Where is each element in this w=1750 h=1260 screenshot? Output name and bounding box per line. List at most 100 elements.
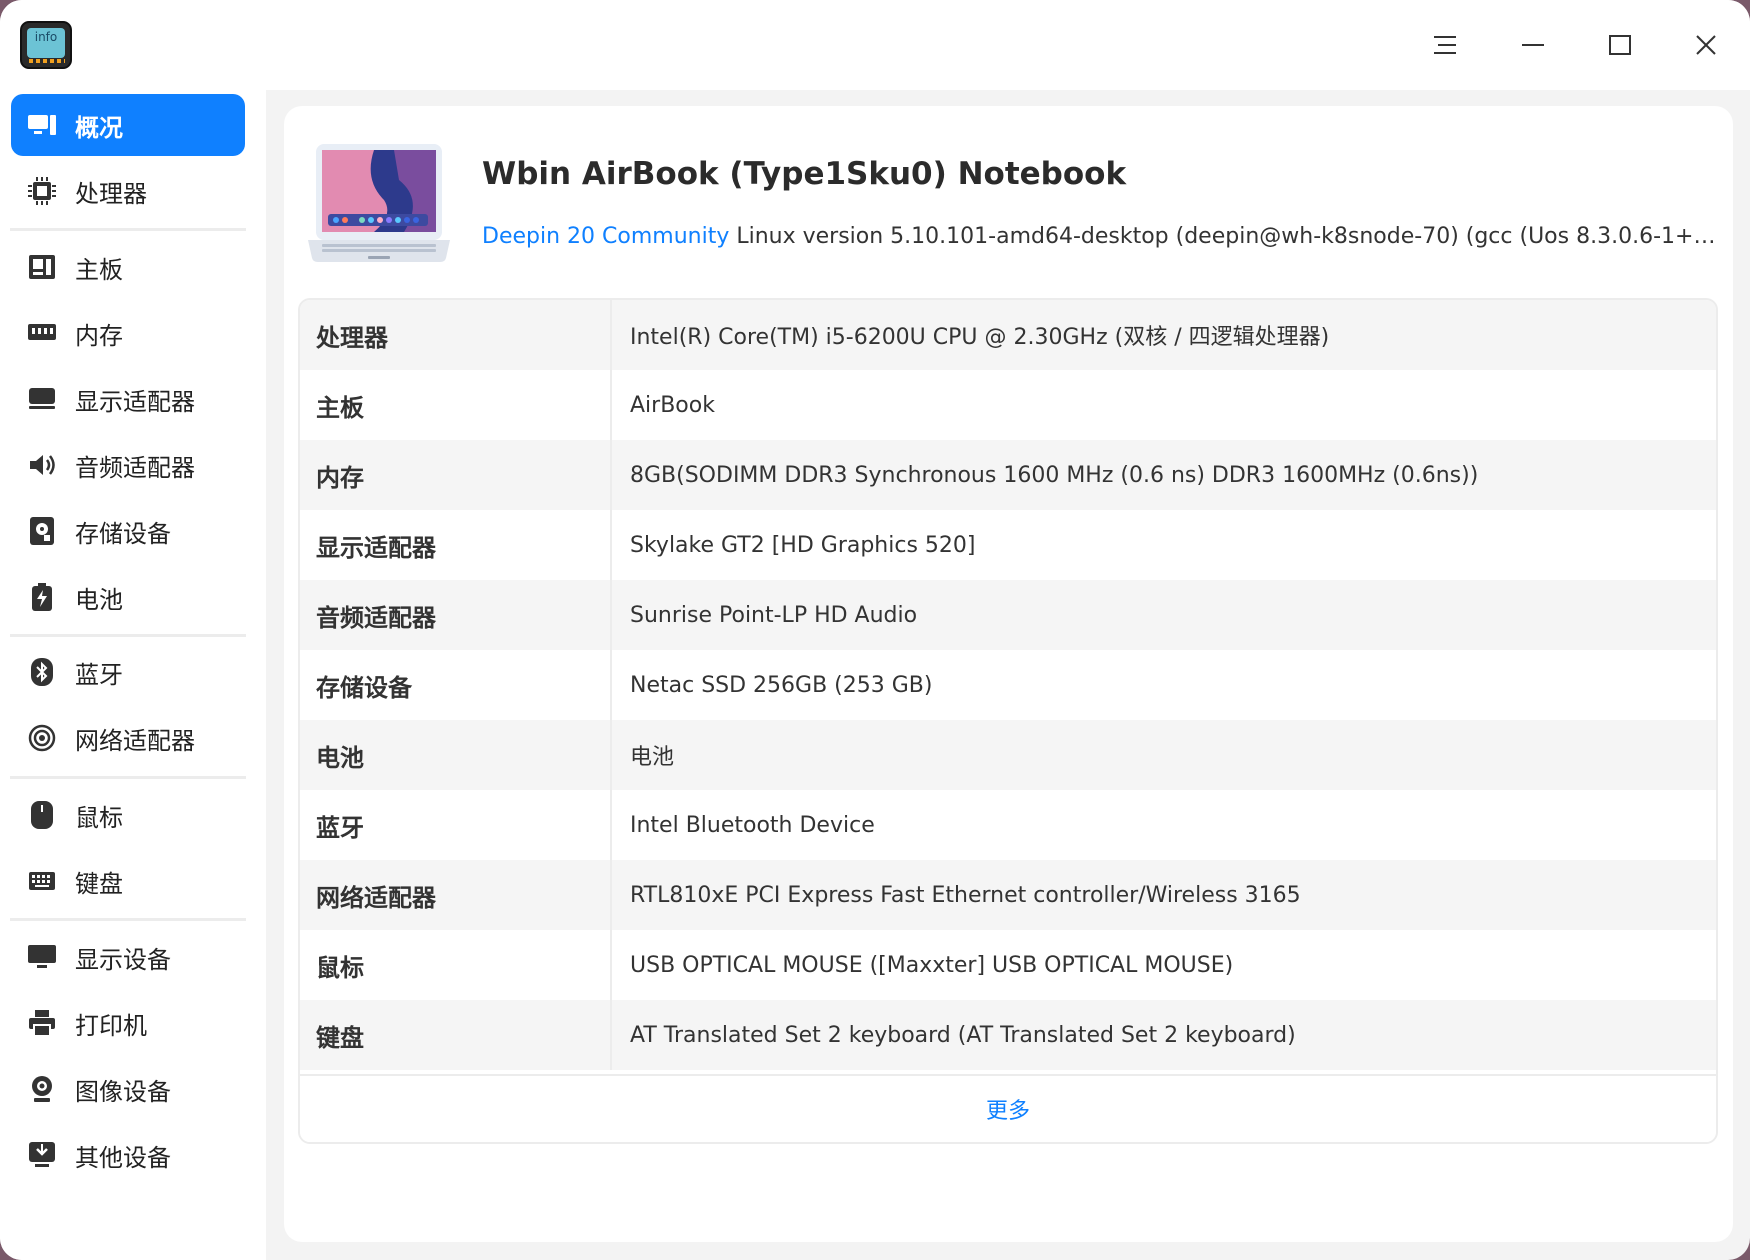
row-value: Intel(R) Core(TM) i5-6200U CPU @ 2.30GHz… <box>630 325 1330 350</box>
sidebar-item-motherboard[interactable]: 主板 <box>11 236 245 298</box>
table-row: 电池 电池 <box>300 720 1716 790</box>
sidebar-item-storage[interactable]: 存储设备 <box>11 500 245 562</box>
row-key: 电池 <box>300 720 612 790</box>
camera-icon <box>27 1074 57 1104</box>
row-value: Netac SSD 256GB (253 GB) <box>630 672 933 698</box>
sidebar: 概况 处理器 主板 内存 显示适配器 音频适配器 存储设备 电池 蓝牙 网络适配… <box>0 90 266 1260</box>
sidebar-item-mouse[interactable]: 鼠标 <box>11 784 245 846</box>
sidebar-item-memory[interactable]: 内存 <box>11 302 245 364</box>
minimize-button[interactable] <box>1508 20 1558 70</box>
app-logo-text: info <box>27 28 65 58</box>
sidebar-item-audio-adapter[interactable]: 音频适配器 <box>11 434 245 496</box>
row-value: AirBook <box>630 392 715 418</box>
sidebar-item-network-adapter[interactable]: 网络适配器 <box>11 707 245 769</box>
sidebar-item-label: 蓝牙 <box>75 660 123 689</box>
sidebar-item-label: 概况 <box>75 113 123 142</box>
sidebar-item-other-devices[interactable]: 其他设备 <box>11 1124 245 1186</box>
overview-panel: Wbin AirBook (Type1Sku0) Notebook Deepin… <box>284 106 1733 1242</box>
storage-icon <box>27 516 57 546</box>
row-value: Sunrise Point-LP HD Audio <box>630 602 918 628</box>
sidebar-item-display-adapter[interactable]: 显示适配器 <box>11 368 245 430</box>
sidebar-item-label: 显示设备 <box>75 945 171 974</box>
table-row: 蓝牙 Intel Bluetooth Device <box>300 790 1716 860</box>
sidebar-item-label: 网络适配器 <box>75 726 195 755</box>
table-row: 主板 AirBook <box>300 370 1716 440</box>
sidebar-divider <box>10 918 246 921</box>
maximize-button[interactable] <box>1595 20 1645 70</box>
row-key: 存储设备 <box>300 650 612 720</box>
sidebar-item-label: 显示适配器 <box>75 387 195 416</box>
row-key: 处理器 <box>300 300 612 370</box>
sidebar-item-label: 图像设备 <box>75 1077 171 1106</box>
table-row: 存储设备 Netac SSD 256GB (253 GB) <box>300 650 1716 720</box>
sidebar-item-label: 内存 <box>75 321 123 350</box>
row-value: Skylake GT2 [HD Graphics 520] <box>630 532 976 558</box>
other-device-icon <box>27 1140 57 1170</box>
laptop-illustration-icon <box>308 144 450 262</box>
overview-table: 处理器 Intel(R) Core(TM) i5-6200U CPU @ 2.3… <box>298 298 1718 1144</box>
sidebar-item-label: 其他设备 <box>75 1143 171 1172</box>
display-device-icon <box>27 942 57 972</box>
row-value: 电池 <box>630 745 675 770</box>
battery-icon <box>27 582 57 612</box>
table-row: 键盘 AT Translated Set 2 keyboard (AT Tran… <box>300 1000 1716 1070</box>
row-key: 键盘 <box>300 1000 612 1070</box>
table-row: 处理器 Intel(R) Core(TM) i5-6200U CPU @ 2.3… <box>300 300 1716 370</box>
sidebar-item-label: 存储设备 <box>75 519 171 548</box>
sidebar-item-label: 处理器 <box>75 179 147 208</box>
network-icon <box>27 723 57 753</box>
row-value: Intel Bluetooth Device <box>630 812 875 838</box>
table-row: 音频适配器 Sunrise Point-LP HD Audio <box>300 580 1716 650</box>
sidebar-item-label: 音频适配器 <box>75 453 195 482</box>
sidebar-item-imaging-device[interactable]: 图像设备 <box>11 1058 245 1120</box>
keyboard-icon <box>27 866 57 896</box>
display-adapter-icon <box>27 384 57 414</box>
minimize-icon <box>1522 44 1544 46</box>
row-value: RTL810xE PCI Express Fast Ethernet contr… <box>630 882 1301 908</box>
row-value: USB OPTICAL MOUSE ([Maxxter] USB OPTICAL… <box>630 952 1234 978</box>
sidebar-item-overview[interactable]: 概况 <box>11 94 245 156</box>
more-button[interactable]: 更多 <box>300 1074 1716 1142</box>
printer-icon <box>27 1008 57 1038</box>
app-logo-icon: info <box>20 21 72 69</box>
sidebar-divider <box>10 634 246 637</box>
row-key: 鼠标 <box>300 930 612 1000</box>
hamburger-menu-icon <box>1434 36 1456 54</box>
row-key: 音频适配器 <box>300 580 612 650</box>
maximize-icon <box>1609 35 1631 55</box>
sidebar-item-label: 鼠标 <box>75 803 123 832</box>
sidebar-item-display-device[interactable]: 显示设备 <box>11 926 245 988</box>
monitor-icon <box>27 110 57 140</box>
mouse-icon <box>27 800 57 830</box>
table-row: 内存 8GB(SODIMM DDR3 Synchronous 1600 MHz … <box>300 440 1716 510</box>
app-window: info 概况 处理器 主板 内存 显示适配器 音频适配器 存储设备 电池 蓝牙… <box>0 0 1750 1260</box>
sidebar-item-printer[interactable]: 打印机 <box>11 992 245 1054</box>
table-row: 显示适配器 Skylake GT2 [HD Graphics 520] <box>300 510 1716 580</box>
row-key: 主板 <box>300 370 612 440</box>
close-button[interactable] <box>1681 20 1731 70</box>
sidebar-item-label: 主板 <box>75 255 123 284</box>
sidebar-item-battery[interactable]: 电池 <box>11 566 245 628</box>
sidebar-item-label: 电池 <box>75 585 123 614</box>
table-row: 鼠标 USB OPTICAL MOUSE ([Maxxter] USB OPTI… <box>300 930 1716 1000</box>
speaker-icon <box>27 450 57 480</box>
menu-button[interactable] <box>1420 20 1470 70</box>
sidebar-item-label: 键盘 <box>75 869 123 898</box>
bluetooth-icon <box>27 657 57 687</box>
os-info-line: Deepin 20 Community Linux version 5.10.1… <box>482 224 1718 249</box>
sidebar-item-keyboard[interactable]: 键盘 <box>11 850 245 912</box>
motherboard-icon <box>27 252 57 282</box>
sidebar-item-cpu[interactable]: 处理器 <box>11 160 245 222</box>
title-bar: info <box>0 0 1750 90</box>
close-icon <box>1696 35 1716 55</box>
row-key: 显示适配器 <box>300 510 612 580</box>
table-row: 网络适配器 RTL810xE PCI Express Fast Ethernet… <box>300 860 1716 930</box>
row-value: AT Translated Set 2 keyboard (AT Transla… <box>630 1022 1296 1048</box>
memory-icon <box>27 318 57 348</box>
sidebar-item-bluetooth[interactable]: 蓝牙 <box>11 641 245 703</box>
row-key: 蓝牙 <box>300 790 612 860</box>
os-name-link[interactable]: Deepin 20 Community <box>482 224 729 249</box>
sidebar-item-label: 打印机 <box>75 1011 147 1040</box>
row-key: 内存 <box>300 440 612 510</box>
cpu-icon <box>27 176 57 206</box>
